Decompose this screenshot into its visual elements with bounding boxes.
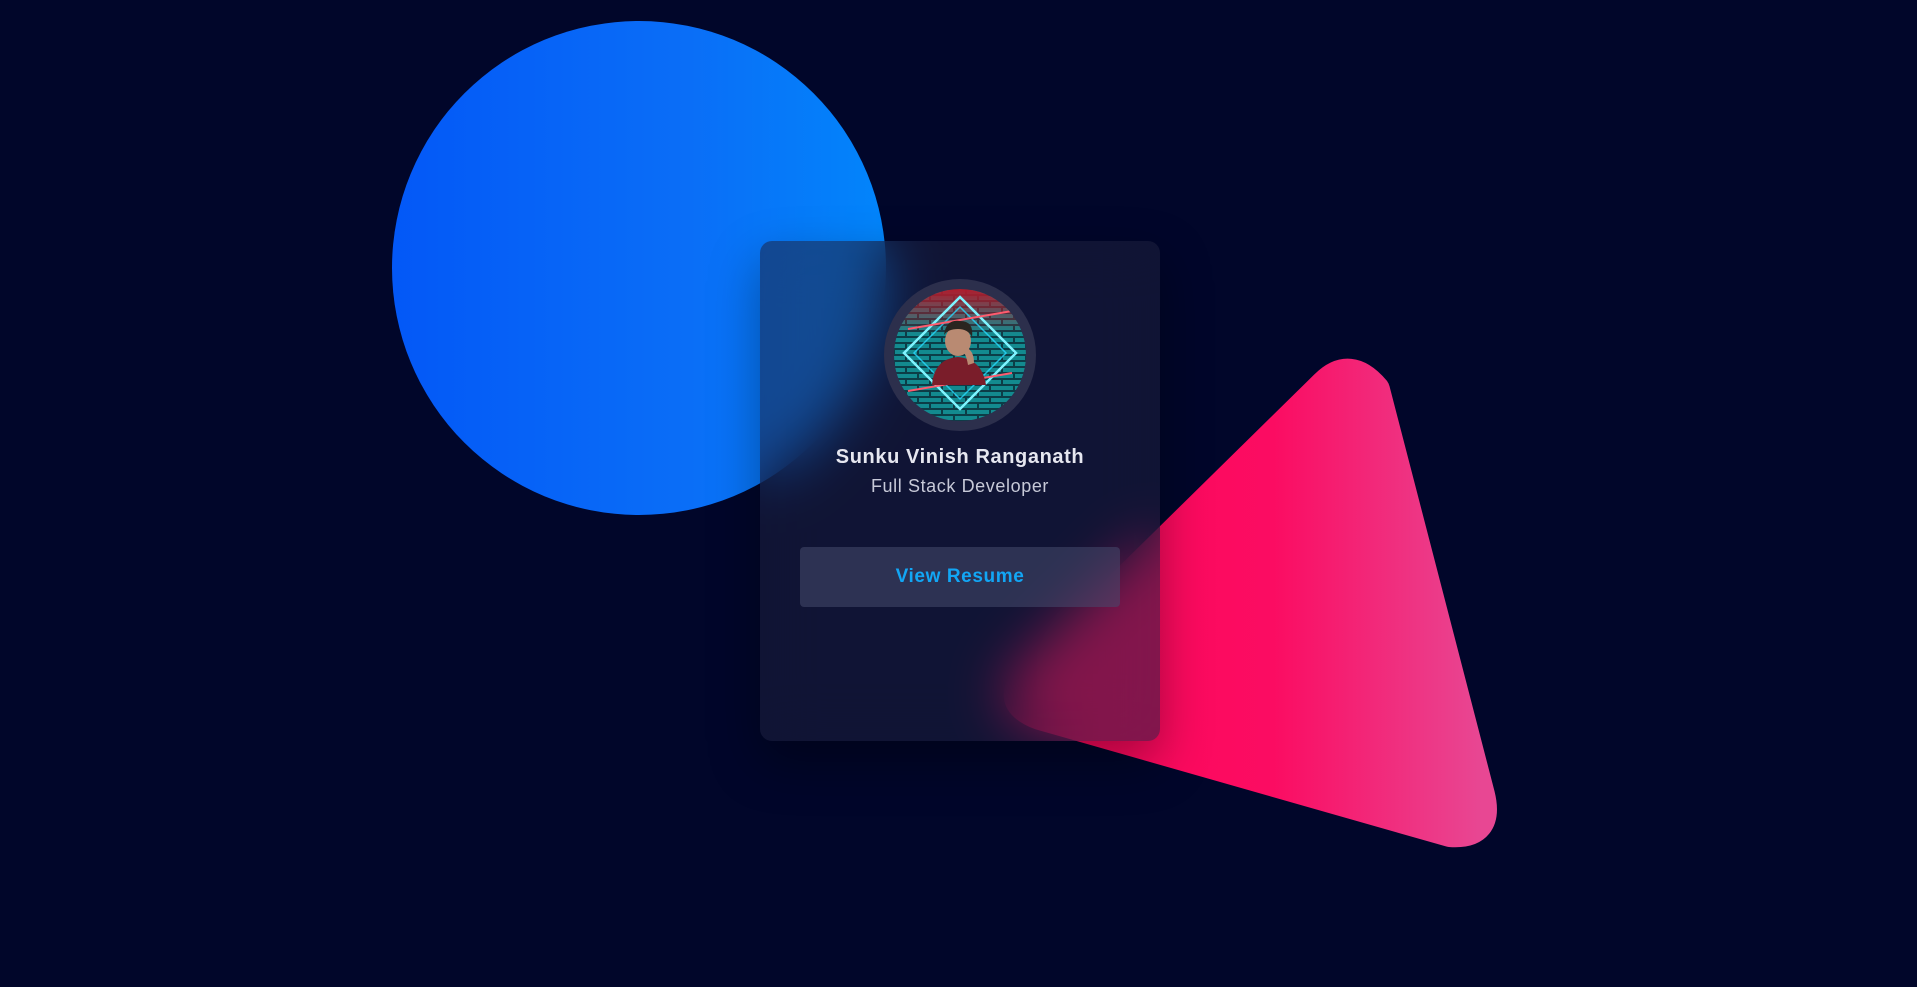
profile-card: Sunku Vinish Ranganath Full Stack Develo…: [760, 241, 1160, 741]
profile-role: Full Stack Developer: [870, 476, 1050, 496]
avatar: [894, 289, 1026, 421]
profile-photo-icon: [894, 289, 1026, 421]
avatar-ring: [884, 279, 1036, 431]
profile-name: Sunku Vinish Ranganath: [835, 446, 1085, 468]
page-background: Sunku Vinish Ranganath Full Stack Develo…: [0, 0, 1917, 987]
view-resume-button[interactable]: View Resume: [800, 547, 1120, 607]
